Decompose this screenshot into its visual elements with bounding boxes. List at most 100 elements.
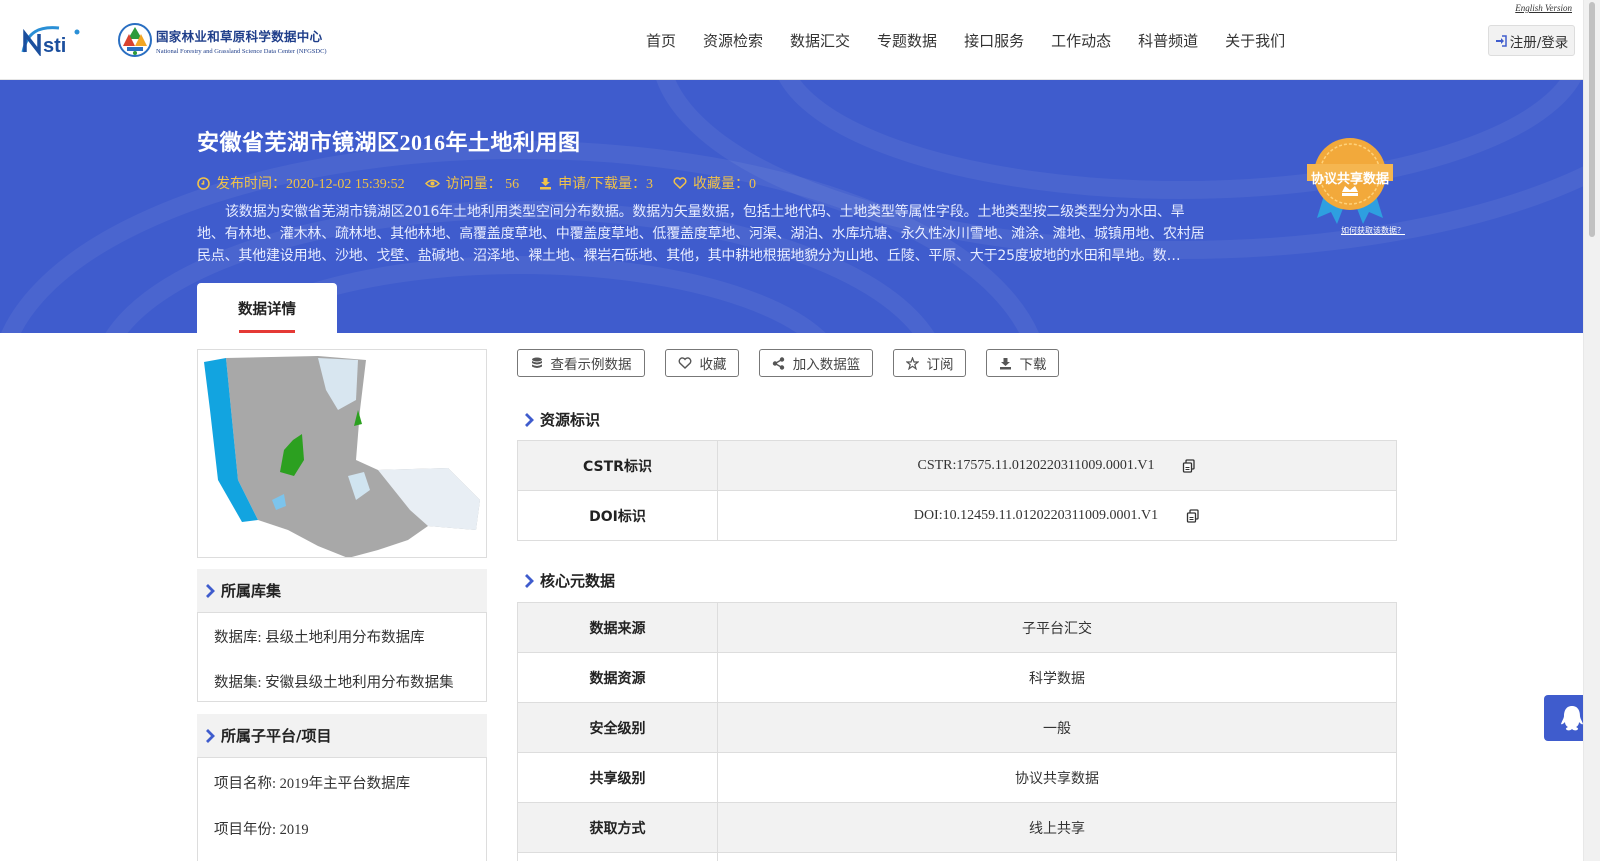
nfgsdc-logo[interactable]: 国家林业和草原科学数据中心 National Forestry and Gras… [118,22,327,58]
nav-home[interactable]: 首页 [646,30,676,51]
dataset-name[interactable]: 数据集: 安徽县级土地利用分布数据集 [214,671,454,692]
row-key: 安全级别 [518,703,718,752]
row-value: 子平台汇交 [1022,620,1092,637]
table-row: 数据资源 科学数据 [518,653,1396,703]
login-button[interactable]: 注册/登录 [1488,25,1575,56]
add-to-basket-button[interactable]: 加入数据篮 [759,349,873,377]
copy-icon[interactable] [1182,458,1196,473]
chevron-right-icon [525,412,534,427]
publish-time-text: 发布时间：2020-12-02 15:39:52 [216,177,405,192]
download-button[interactable]: 下载 [986,349,1059,377]
row-value: CSTR:17575.11.0120220311009.0001.V1 [718,441,1396,490]
row-value [718,853,1396,861]
row-key: 获取方式 [518,803,718,852]
download-icon [540,177,552,189]
project-name: 项目名称: 2019年主平台数据库 [214,776,411,792]
login-label: 注册/登录 [1509,34,1569,51]
table-row: CSTR标识 CSTR:17575.11.0120220311009.0001.… [518,441,1396,491]
cstr-value: CSTR:17575.11.0120220311009.0001.V1 [917,457,1155,473]
project-list: 项目名称: 2019年主平台数据库 项目年份: 2019 [197,757,487,861]
publish-time: 发布时间：2020-12-02 15:39:52 [197,173,405,193]
clock-icon [197,176,210,190]
row-value: DOI:10.12459.11.0120220311009.0001.V1 [718,491,1396,540]
download-label: 下载 [1019,357,1047,373]
add-to-basket-label: 加入数据篮 [792,357,861,373]
english-version-link[interactable]: English Version [1515,3,1572,13]
table-row: 安全级别 一般 [518,703,1396,753]
row-key [518,853,718,861]
core-meta-header: 核心元数据 [524,570,615,591]
row-key: CSTR标识 [518,441,718,490]
nav-about-us[interactable]: 关于我们 [1225,30,1285,51]
dataset-banner: 安徽省芜湖市镜湖区2016年土地利用图 发布时间：2020-12-02 15:3… [0,80,1583,333]
tab-active-indicator [239,330,295,333]
identifiers-table: CSTR标识 CSTR:17575.11.0120220311009.0001.… [517,440,1397,541]
chevron-right-icon [206,583,215,598]
how-to-get-link[interactable]: 如何获取该数据？ [1341,225,1405,236]
dataset-title: 安徽省芜湖市镜湖区2016年土地利用图 [197,130,581,155]
favorite-button[interactable]: 收藏 [665,349,739,377]
view-count-text: 访问量： 56 [445,177,520,192]
doi-value: DOI:10.12459.11.0120220311009.0001.V1 [913,507,1159,523]
land-use-map-image [204,356,480,558]
vertical-scrollbar[interactable] [1583,0,1600,861]
row-key: 数据来源 [518,603,718,652]
view-sample-button[interactable]: 查看示例数据 [517,349,645,377]
nav-resource-search[interactable]: 资源检索 [703,30,763,51]
project-title: 所属子平台/项目 [221,727,332,745]
subscribe-button[interactable]: 订阅 [893,349,966,377]
collection-title: 所属库集 [221,582,282,600]
row-key: DOI标识 [518,491,718,540]
database-icon [531,357,542,368]
identifiers-title: 资源标识 [540,411,601,429]
project-section-header: 所属子平台/项目 [197,714,487,757]
dataset-description: 该数据为安徽省芜湖市镜湖区2016年土地利用类型空间分布数据。数据为矢量数据，包… [197,204,1205,264]
row-key: 数据资源 [518,653,718,702]
nav-science-channel[interactable]: 科普频道 [1138,30,1198,51]
sign-in-icon [1495,34,1507,47]
core-meta-title: 核心元数据 [540,572,616,590]
row-value: 科学数据 [1029,670,1085,687]
dataset-meta: 发布时间：2020-12-02 15:39:52 访问量： 56 申请/下载量：… [197,173,776,193]
qq-penguin-icon [1561,706,1583,731]
badge-label: 协议共享数据 [1310,172,1389,187]
nav-api-service[interactable]: 接口服务 [964,30,1024,51]
copy-icon[interactable] [1186,508,1200,523]
row-value: 线上共享 [1029,820,1085,837]
star-icon [905,356,919,370]
nav-news[interactable]: 工作动态 [1051,30,1111,51]
view-count: 访问量： 56 [424,173,520,193]
main-nav: 首页 资源检索 数据汇交 专题数据 接口服务 工作动态 科普频道 关于我们 [646,30,1312,51]
collection-list: 数据库: 县级土地利用分布数据库 数据集: 安徽县级土地利用分布数据集 [197,612,487,702]
project-year: 项目年份: 2019 [214,822,309,838]
chevron-right-icon [206,728,215,743]
table-row: 共享级别 协议共享数据 [518,753,1396,803]
collection-section-header: 所属库集 [197,569,487,612]
nfgsdc-emblem-icon [118,23,152,57]
tab-data-details[interactable]: 数据详情 [197,283,337,333]
center-name-cn: 国家林业和草原科学数据中心 [156,28,323,44]
table-row [518,853,1396,861]
nsti-logo[interactable]: sti [19,22,97,56]
table-row: DOI标识 DOI:10.12459.11.0120220311009.0001… [518,491,1396,541]
table-row: 获取方式 线上共享 [518,803,1396,853]
nav-data-submission[interactable]: 数据汇交 [790,30,850,51]
row-value: 一般 [1043,720,1071,737]
database-name[interactable]: 数据库: 县级土地利用分布数据库 [214,626,425,647]
chevron-right-icon [525,573,534,588]
share-icon [772,356,784,370]
svg-text:sti: sti [43,35,66,56]
scrollbar-thumb[interactable] [1589,2,1595,237]
download-count-text: 申请/下载量：3 [558,177,653,192]
dataset-thumbnail[interactable] [197,349,487,558]
favorite-count-text: 收藏量：0 [693,177,756,192]
heart-icon [673,177,687,189]
core-meta-table: 数据来源 子平台汇交 数据资源 科学数据 安全级别 一般 共享级别 协议共享数据… [517,602,1397,861]
view-sample-label: 查看示例数据 [550,357,632,373]
download-count: 申请/下载量：3 [539,173,653,193]
eye-icon [424,179,440,187]
heart-icon [678,357,691,369]
favorite-count: 收藏量：0 [673,173,756,193]
tab-label: 数据详情 [238,301,296,318]
nav-thematic-data[interactable]: 专题数据 [877,30,937,51]
